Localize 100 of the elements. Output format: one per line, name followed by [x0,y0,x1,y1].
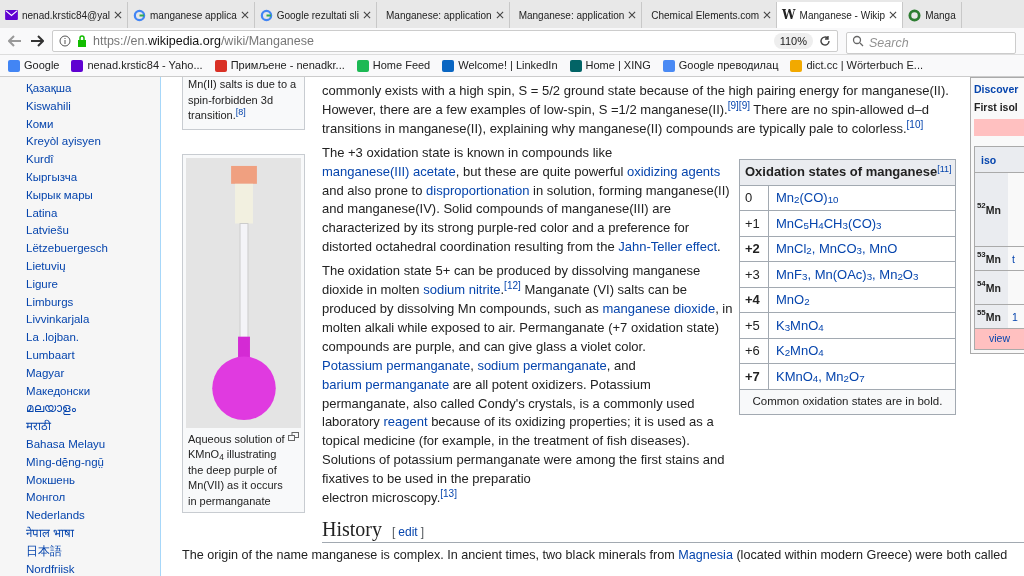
close-icon[interactable] [628,11,637,19]
close-icon[interactable] [363,11,371,19]
reload-icon[interactable] [819,35,831,47]
tab-favicon: W [782,9,796,21]
bookmark-label: Home Feed [372,58,431,74]
infobox-footer[interactable]: view [975,329,1024,349]
search-field[interactable]: Search [846,32,1016,54]
bookmark-item[interactable]: Home Feed [356,57,431,74]
compound-link[interactable]: K$_{2}$MnO$_{4}$ [769,338,824,364]
thumbnail-caption: Mn(II) salts is due to a spin-forbidden 3d transition.$^{[8]}$ [188,77,298,123]
language-link[interactable]: മലയാളം [26,400,160,419]
language-link[interactable]: Livvinkarjala [26,311,160,330]
reference-link[interactable]: [12] [504,280,521,292]
language-link[interactable]: Kurdî [26,151,160,169]
article-paragraph: The origin of the name manganese is complex. In ancient times, two black minerals from Magnesia (located within modern Greece) were both called [182,547,1009,564]
article-link[interactable]: barium permanganate [322,376,450,392]
isotope-label: $^{52}$Mn [975,173,1008,246]
language-link[interactable]: Мокшень [26,471,160,490]
language-link[interactable]: Lumbaart [26,346,160,365]
language-link[interactable]: Magyar [26,364,160,383]
bookmark-favicon-icon [442,59,455,72]
edit-link[interactable]: edit [398,525,418,539]
bookmark-label: Google [24,58,60,74]
compound-link[interactable]: K$_{3}$MnO$_{4}$ [769,313,824,338]
bookmark-item[interactable]: Google преводилац [662,57,779,74]
tab-title: Manga [925,8,956,23]
close-icon[interactable] [495,11,504,19]
photo-placeholder[interactable] [186,157,301,428]
info-icon[interactable] [59,35,71,47]
language-link[interactable]: Кыргызча [26,169,160,187]
forward-icon[interactable] [30,35,44,47]
infobox-bar [974,119,1024,136]
bookmark-label: Home | XING [585,58,651,74]
bookmark-favicon-icon [8,59,20,72]
isotope-label: $^{53}$Mn [975,247,1008,270]
close-icon[interactable] [114,11,122,19]
reference-link[interactable]: [9] [727,99,739,111]
reference-link[interactable]: [13] [440,488,457,500]
article-paragraph: The +3 oxidation state is known in compounds like manganese(III) acetate, but these are quite powerful oxidizing agents and also prone to disproportionation in solution, forming manganese(II) and manganese(IV). Solid compounds of manganese(III) are characterized by its strong purple-red color and a preference for distorted octahedral coordination resulting from the Jahn-Teller effect. [322,143,731,257]
compound-link[interactable]: MnC$_{5}$H$_{4}$CH$_{3}$(CO)$_{3}$ [769,211,882,236]
compound-link[interactable]: KMnO$_{4}$, Mn$_{2}$O$_{7}$ [769,364,865,389]
language-link[interactable]: Latviešu [26,222,160,241]
bookmark-label: Welcome! | LinkedIn [458,58,558,74]
language-link[interactable]: Mìng-dĕ̤ng-ngṳ̄ [26,453,160,472]
tab-title: Chemical Elements.com [651,8,760,23]
bookmark-label: Примљене - nenadkr... [230,58,345,74]
language-link[interactable]: Коми [26,115,160,134]
c-ring-icon [908,8,922,22]
compound-link[interactable]: MnO$_{2}$ [769,287,810,313]
article-link[interactable]: Magnesia [678,548,733,562]
article-link[interactable]: reagent [383,414,428,430]
article-link[interactable]: sodium permanganate [477,357,607,373]
article-link[interactable]: oxidizing agents [627,163,721,179]
language-link[interactable]: मराठी [26,418,160,436]
language-link[interactable]: Lëtzebuergesch [26,240,160,258]
language-link[interactable]: 日本語 [26,542,160,561]
bookmark-item[interactable]: Home | XING [569,57,651,74]
language-link[interactable]: Кырык мары [26,186,160,205]
bookmark-item[interactable]: Примљене - nenadkr... [214,57,345,74]
language-link[interactable]: La .lojban. [26,329,160,347]
reference-link[interactable]: [10] [906,118,924,130]
language-link[interactable]: Lietuvių [26,257,160,276]
language-link[interactable]: Ligure [26,275,160,294]
language-link[interactable]: Македонски [26,382,160,401]
tab-title: manganese applica [150,8,237,23]
compound-link[interactable]: Mn$_{2}$(CO)$_{10}$ [769,185,839,211]
close-icon[interactable] [763,11,772,19]
table-cell-text: 1 [1011,309,1018,325]
bookmark-item[interactable]: Welcome! | LinkedIn [442,57,558,74]
bookmark-item[interactable]: dict.cc | Wörterbuch E... [790,57,923,74]
address-bar[interactable]: https://en.wikipedia.org/wiki/Manganese 110% [52,30,838,52]
language-link[interactable]: नेपाल भाषा [26,524,160,543]
language-link[interactable]: Nordfriisk [26,560,160,576]
browser-tab[interactable]: W Manganese - Wikip [777,2,904,28]
table-cell: +1 [740,211,769,236]
thumbnail-caption: Aqueous solution of KMnO$_{4}$ illustrating the deep purple of Mn(VII) as it occurs in permanganate [188,431,286,509]
language-link[interactable]: Latina [26,204,160,223]
compound-link[interactable]: MnF$_{3}$, Mn(OAc)$_{3}$, Mn$_{2}$O$_{3}$ [769,262,919,287]
language-link[interactable]: Kreyòl ayisyen [26,133,160,152]
language-link[interactable]: Bahasa Melayu [26,435,160,454]
bookmark-favicon-icon [790,59,803,72]
compound-link[interactable]: MnCl$_{2}$, MnCO$_{3}$, MnO [769,236,898,262]
search-icon [852,35,864,47]
infobox-link[interactable]: Discover [974,80,1024,98]
close-icon[interactable] [889,11,898,19]
close-icon[interactable] [240,11,249,19]
bookmark-favicon-icon [214,59,227,72]
language-link[interactable]: Limburgs [26,293,160,312]
language-link[interactable]: Қазақша [26,80,160,98]
language-link[interactable]: Nederlands [26,507,160,525]
bookmark-item[interactable]: Google [8,57,60,74]
language-link[interactable]: Монгол [26,489,160,508]
article-link[interactable]: disproportionation [426,182,530,198]
table-footnote: Common oxidation states are in bold. [752,394,943,410]
bookmark-item[interactable]: nenad.krstic84 - Yaho... [71,57,203,74]
language-link[interactable]: Kiswahili [26,97,160,116]
back-icon[interactable] [8,35,22,47]
zoom-level[interactable]: 110% [773,32,813,50]
article-link[interactable]: manganese(III) acetate [322,163,456,179]
enlarge-icon[interactable] [288,431,299,441]
